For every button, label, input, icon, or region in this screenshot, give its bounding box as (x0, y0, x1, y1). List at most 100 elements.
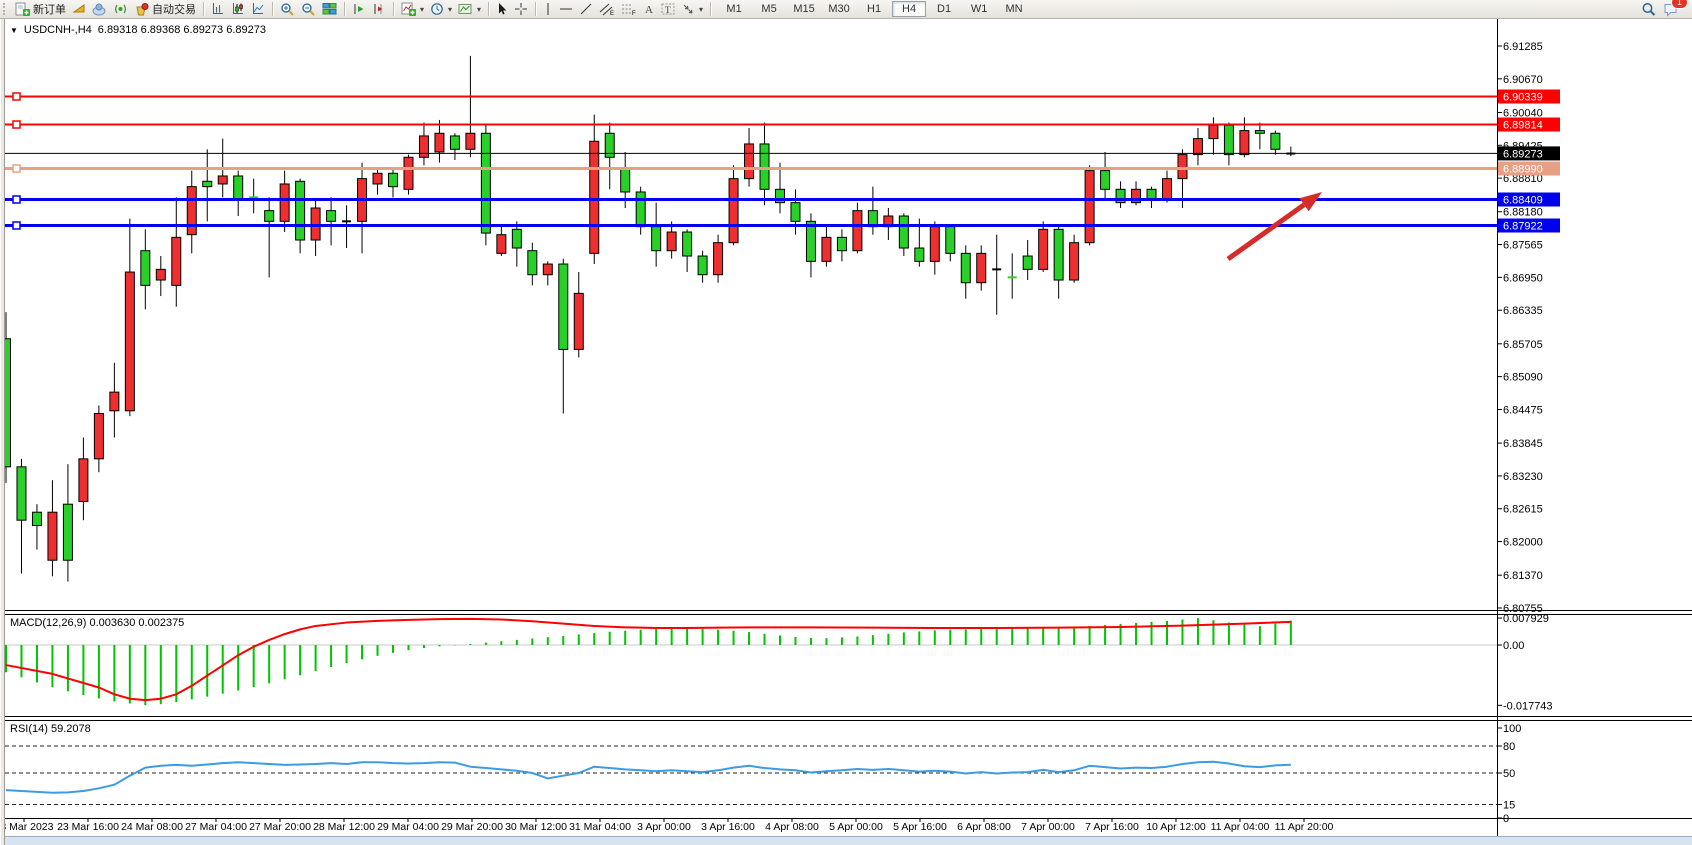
time-label: 23 Mar 2023 (0, 821, 54, 833)
candle-body (280, 184, 289, 221)
fibonacci-tool-button[interactable]: F (618, 1, 640, 17)
candle-body (79, 459, 88, 502)
templates-button[interactable]: ▾ (455, 1, 484, 17)
trendline-icon (579, 2, 593, 16)
candle-body (683, 232, 692, 256)
candle-body (791, 203, 800, 222)
candle-body (930, 227, 939, 262)
macd-title: MACD(12,26,9) (10, 617, 86, 629)
toolbar-separator (203, 2, 204, 16)
chart-shift-button[interactable] (369, 1, 389, 17)
autotrading-button[interactable]: 自动交易 (131, 1, 199, 17)
bar-chart-button[interactable] (208, 1, 228, 17)
candle-body (1224, 125, 1233, 154)
chart-canvas[interactable]: 6.912856.906706.900406.894256.888106.881… (0, 0, 1692, 845)
timeframe-d1[interactable]: D1 (927, 1, 961, 17)
line-handle (13, 196, 20, 203)
navigator-icon (92, 2, 107, 16)
new-order-button[interactable]: 新订单 (12, 1, 69, 17)
search-button[interactable] (1638, 1, 1660, 17)
horizontal-line-tool-button[interactable] (556, 1, 576, 17)
candle-body (141, 251, 150, 286)
timeframe-m1[interactable]: M1 (717, 1, 751, 17)
time-label: 29 Mar 04:00 (377, 821, 439, 833)
time-label: 27 Mar 20:00 (249, 821, 311, 833)
zoom-in-button[interactable] (277, 1, 298, 17)
periods-button[interactable]: ▾ (427, 1, 455, 17)
candle-body (234, 176, 243, 200)
symbol-dropdown-icon[interactable]: ▼ (10, 26, 18, 35)
candle-body (652, 227, 661, 251)
channel-tool-button[interactable]: E (596, 1, 618, 17)
candlestick-chart-button[interactable] (228, 1, 248, 17)
price-tick-label: 6.82615 (1503, 504, 1543, 516)
rsi-tick-label: 100 (1503, 723, 1521, 735)
indicators-button[interactable]: ▾ (398, 1, 427, 17)
time-label: 7 Apr 16:00 (1085, 821, 1139, 833)
notification-badge: 1 (1671, 0, 1688, 9)
timeframe-m5[interactable]: M5 (752, 1, 786, 17)
rsi-tick-label: 50 (1503, 768, 1515, 780)
market-watch-button[interactable] (69, 1, 89, 17)
annotation-arrow-shaft (1228, 205, 1304, 259)
timeframe-m15[interactable]: M15 (787, 1, 821, 17)
navigator-button[interactable] (89, 1, 110, 17)
templates-icon (458, 2, 473, 16)
line-handle (13, 222, 20, 229)
notifications-button[interactable]: 1 (1660, 1, 1682, 17)
price-level-label: 6.88409 (1503, 195, 1543, 207)
price-level-label: 6.89814 (1503, 120, 1543, 132)
candle-body (203, 181, 212, 186)
toolbar-separator (488, 2, 489, 16)
candle-body (977, 253, 986, 282)
timeframe-m30[interactable]: M30 (822, 1, 856, 17)
candle-body (17, 467, 26, 520)
time-label: 5 Apr 00:00 (829, 821, 883, 833)
trendline-tool-button[interactable] (576, 1, 596, 17)
candle-body (327, 211, 336, 222)
zoom-out-button[interactable] (298, 1, 319, 17)
time-label: 27 Mar 04:00 (185, 821, 247, 833)
tile-windows-button[interactable] (319, 1, 340, 17)
time-label: 31 Mar 04:00 (569, 821, 631, 833)
candle-body (636, 192, 645, 227)
macd-tick-label: -0.017743 (1503, 700, 1553, 712)
price-level-label: 6.90339 (1503, 92, 1543, 104)
candle-body (837, 237, 846, 250)
time-label: 11 Apr 04:00 (1211, 821, 1270, 833)
auto-scroll-icon (352, 2, 366, 16)
terminal-icon (113, 2, 128, 16)
templates-dropdown-icon: ▾ (477, 5, 481, 14)
candle-body (915, 248, 924, 261)
time-label: 7 Apr 00:00 (1021, 821, 1075, 833)
svg-text:F: F (632, 11, 636, 16)
text-tool-button[interactable]: A (640, 1, 658, 17)
candle-body (621, 168, 630, 192)
time-label: 11 Apr 20:00 (1275, 821, 1334, 833)
cursor-tool-button[interactable] (493, 1, 511, 17)
toolbar-grip[interactable] (3, 3, 8, 15)
candle-body (187, 187, 196, 235)
terminal-button[interactable] (110, 1, 131, 17)
timeframe-h4[interactable]: H4 (892, 1, 926, 17)
crosshair-tool-button[interactable] (511, 1, 531, 17)
auto-scroll-button[interactable] (349, 1, 369, 17)
timeframe-w1[interactable]: W1 (962, 1, 996, 17)
rsi-tick-label: 0 (1503, 813, 1509, 825)
price-tick-label: 6.91285 (1503, 41, 1543, 53)
candle-body (806, 221, 815, 261)
zoom-out-icon (301, 2, 316, 16)
text-label-tool-button[interactable]: T (658, 1, 678, 17)
candle-body (1163, 179, 1172, 200)
line-chart-button[interactable] (248, 1, 268, 17)
timeframe-mn[interactable]: MN (997, 1, 1031, 17)
candle-body (961, 253, 970, 282)
timeframe-h1[interactable]: H1 (857, 1, 891, 17)
vertical-line-tool-button[interactable] (540, 1, 556, 17)
arrows-tool-button[interactable]: ▾ (678, 1, 706, 17)
channel-icon: E (599, 2, 615, 16)
candle-body (1070, 243, 1079, 280)
arrows-dropdown-icon: ▾ (699, 5, 703, 14)
new-order-label: 新订单 (33, 1, 66, 17)
toolbar-separator (393, 2, 394, 16)
